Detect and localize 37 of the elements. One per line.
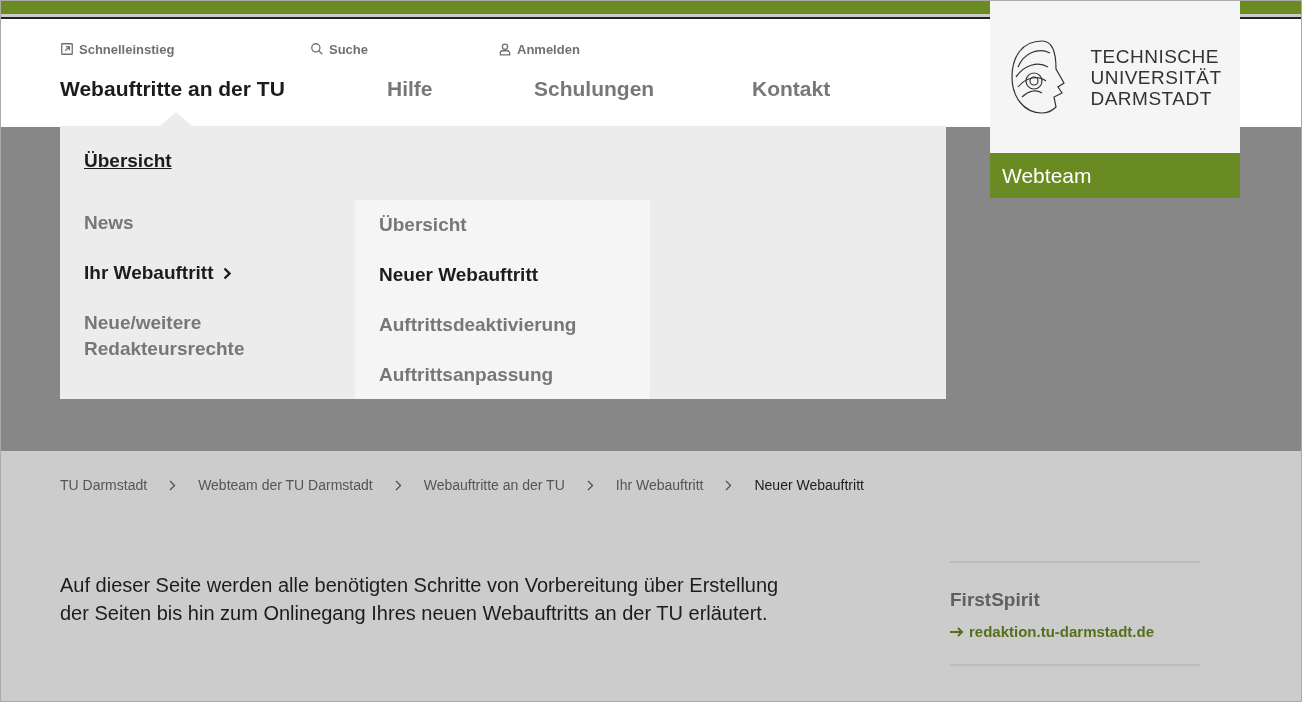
- utility-link-label: Anmelden: [517, 41, 580, 57]
- menu-item[interactable]: Ihr Webauftritt: [84, 260, 304, 286]
- nav-tab[interactable]: Hilfe: [387, 77, 534, 101]
- intro-paragraph: Auf dieser Seite werden alle benötigten Schritte von Vorbereitung über Erstellung der Seiten bis hin zum Onlinegang Ihres neuen Webauftritts an der TU erläutert.: [60, 573, 780, 626]
- chevron-icon: [394, 479, 402, 491]
- chevron-icon: [586, 479, 594, 491]
- utility-link-label: Schnelleinstieg: [79, 41, 175, 57]
- submenu-item[interactable]: Neuer Webauftritt: [379, 262, 650, 288]
- user-icon: [498, 42, 512, 56]
- sidebar-link[interactable]: redaktion.tu-darmstadt.de: [950, 623, 1200, 640]
- chevron-icon: [725, 479, 733, 491]
- submenu-item[interactable]: Auftrittsanpassung: [379, 362, 650, 388]
- submenu-item[interactable]: Übersicht: [379, 212, 650, 238]
- breadcrumb-link[interactable]: Ihr Webauftritt: [615, 477, 704, 493]
- breadcrumb-link[interactable]: Webteam der TU Darmstadt: [198, 477, 373, 493]
- logo-text: TECHNISCHE UNIVERSITÄT DARMSTADT: [1090, 45, 1222, 109]
- sidebar-title: FirstSpirit: [950, 589, 1041, 611]
- nav-tab[interactable]: Schulungen: [534, 77, 752, 101]
- chevron-icon: [223, 266, 233, 280]
- submenu-item[interactable]: Auftrittsdeaktivierung: [379, 312, 650, 338]
- menu-item[interactable]: Neue/weitere Redakteursrechte: [84, 310, 304, 362]
- utility-link-label: Suche: [329, 41, 368, 57]
- utility-link[interactable]: Schnelleinstieg: [60, 41, 310, 57]
- utility-link[interactable]: Suche: [310, 41, 498, 57]
- external-link-icon: [60, 42, 74, 56]
- menu-item[interactable]: News: [84, 210, 304, 236]
- breadcrumb-link[interactable]: Neuer Webauftritt: [754, 477, 864, 493]
- overview-link[interactable]: Übersicht: [84, 150, 355, 172]
- nav-tab[interactable]: Webauftritte an der TU: [60, 77, 387, 101]
- breadcrumb-link[interactable]: Webauftritte an der TU: [423, 477, 565, 493]
- chevron-icon: [169, 479, 177, 491]
- site-name-link[interactable]: Webteam: [990, 153, 1240, 198]
- utility-link[interactable]: Anmelden: [498, 41, 698, 57]
- breadcrumb-link[interactable]: TU Darmstadt: [60, 477, 148, 493]
- search-icon: [310, 42, 324, 56]
- nav-tab[interactable]: Kontakt: [752, 77, 952, 101]
- arrow-right-icon: [950, 626, 964, 637]
